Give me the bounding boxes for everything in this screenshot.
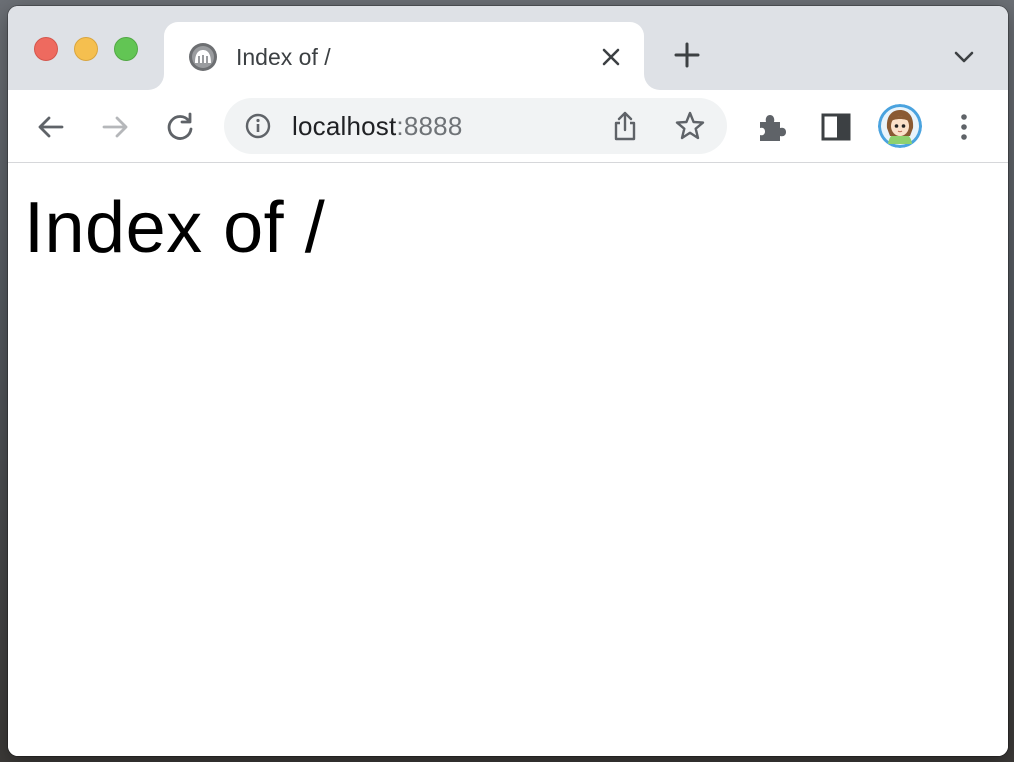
- window-minimize-button[interactable]: [74, 37, 98, 61]
- page-content: Index of /: [8, 163, 1008, 756]
- avatar-image: [878, 104, 922, 148]
- tab-index[interactable]: Index of /: [164, 22, 644, 90]
- kebab-menu-icon[interactable]: [947, 110, 981, 144]
- browser-window: Index of / localhost:8888 Index of /: [8, 6, 1008, 756]
- tab-close-icon[interactable]: [598, 44, 624, 70]
- page-title: Index of /: [24, 188, 326, 268]
- side-panel-icon[interactable]: [819, 110, 853, 144]
- navigation-toolbar: localhost:8888: [8, 90, 1008, 163]
- tab-strip: Index of /: [8, 6, 1008, 90]
- reload-icon[interactable]: [163, 110, 197, 144]
- window-close-button[interactable]: [34, 37, 58, 61]
- url-text[interactable]: localhost:8888: [292, 111, 463, 142]
- url-port: :8888: [396, 111, 463, 141]
- info-icon[interactable]: [244, 112, 272, 140]
- puzzle-icon[interactable]: [754, 110, 788, 144]
- address-bar[interactable]: localhost:8888: [224, 98, 727, 154]
- star-icon[interactable]: [674, 110, 706, 142]
- arrow-left-icon[interactable]: [34, 110, 68, 144]
- profile-avatar[interactable]: [878, 104, 922, 148]
- url-host: localhost: [292, 111, 397, 141]
- tab-title: Index of /: [236, 44, 331, 70]
- chevron-down-icon[interactable]: [951, 44, 977, 70]
- window-maximize-button[interactable]: [114, 37, 138, 61]
- server-favicon-icon: [189, 43, 217, 71]
- share-icon[interactable]: [610, 110, 640, 142]
- new-tab-icon[interactable]: [672, 40, 702, 70]
- arrow-right-icon[interactable]: [98, 110, 132, 144]
